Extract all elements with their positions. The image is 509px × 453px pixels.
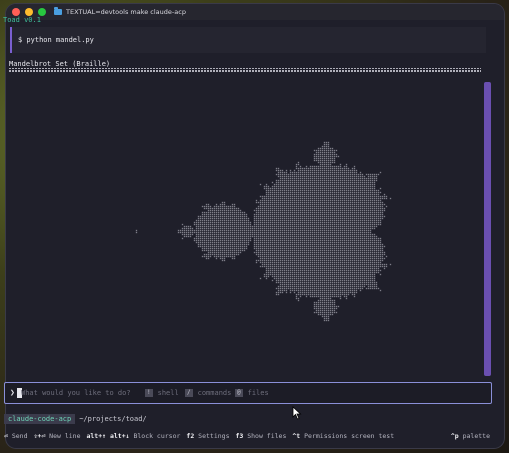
app-name-version: Toad v0.1 <box>3 16 41 24</box>
window-controls <box>12 8 46 16</box>
folder-icon <box>54 7 62 15</box>
binding-new-line[interactable]: ⇧+⏎ New line <box>34 432 81 440</box>
hint-commands-label: commands <box>197 389 232 397</box>
hint-files-key: @ <box>235 389 243 397</box>
binding-send[interactable]: ⏎ Send <box>4 432 28 440</box>
binding-permissions-test[interactable]: ^t Permissions screen test <box>292 432 394 440</box>
prompt-input[interactable]: ❯ What would you like to do? ! shell / c… <box>4 382 492 404</box>
command-block[interactable]: $ python mandel.py <box>10 27 486 53</box>
window-title: TEXTUAL=devtools make claude-acp <box>54 7 186 16</box>
minimize-button[interactable] <box>25 8 33 16</box>
status-bar: claude-code-acp ~/projects/toad/ <box>4 414 147 424</box>
key-bindings-footer: ⏎ Send ⇧+⏎ New line alt+↑ alt+↓ Block cu… <box>4 432 492 442</box>
hint-files-label: files <box>247 389 269 397</box>
hint-commands-key: / <box>185 389 193 397</box>
close-button[interactable] <box>12 8 20 16</box>
window-title-text: TEXTUAL=devtools make claude-acp <box>66 8 186 16</box>
output-area <box>9 76 483 376</box>
scrollbar-thumb[interactable] <box>484 82 491 376</box>
prompt-chevron-icon: ❯ <box>10 388 15 397</box>
hint-files: @ files <box>235 389 269 397</box>
output-rule <box>9 68 481 72</box>
zoom-button[interactable] <box>38 8 46 16</box>
binding-block-cursor[interactable]: alt+↑ alt+↓ Block cursor <box>86 432 180 440</box>
output-title: Mandelbrot Set (Braille) <box>9 60 111 68</box>
hint-shell-key: ! <box>145 389 153 397</box>
hint-shell: ! shell <box>145 389 179 397</box>
mouse-pointer-icon <box>292 406 302 420</box>
command-text: $ python mandel.py <box>18 36 94 44</box>
titlebar: TEXTUAL=devtools make claude-acp <box>6 4 504 20</box>
hint-commands: / commands <box>185 389 231 397</box>
binding-palette[interactable]: ^p palette <box>451 432 490 440</box>
prompt-placeholder: What would you like to do? <box>21 389 131 397</box>
binding-show-files[interactable]: f3 Show files <box>235 432 286 440</box>
working-directory: ~/projects/toad/ <box>79 415 147 423</box>
agent-badge[interactable]: claude-code-acp <box>4 414 76 424</box>
scrollbar[interactable] <box>484 82 491 376</box>
binding-settings[interactable]: f2 Settings <box>186 432 229 440</box>
mandelbrot-braille-art <box>9 76 483 376</box>
hint-shell-label: shell <box>157 389 179 397</box>
